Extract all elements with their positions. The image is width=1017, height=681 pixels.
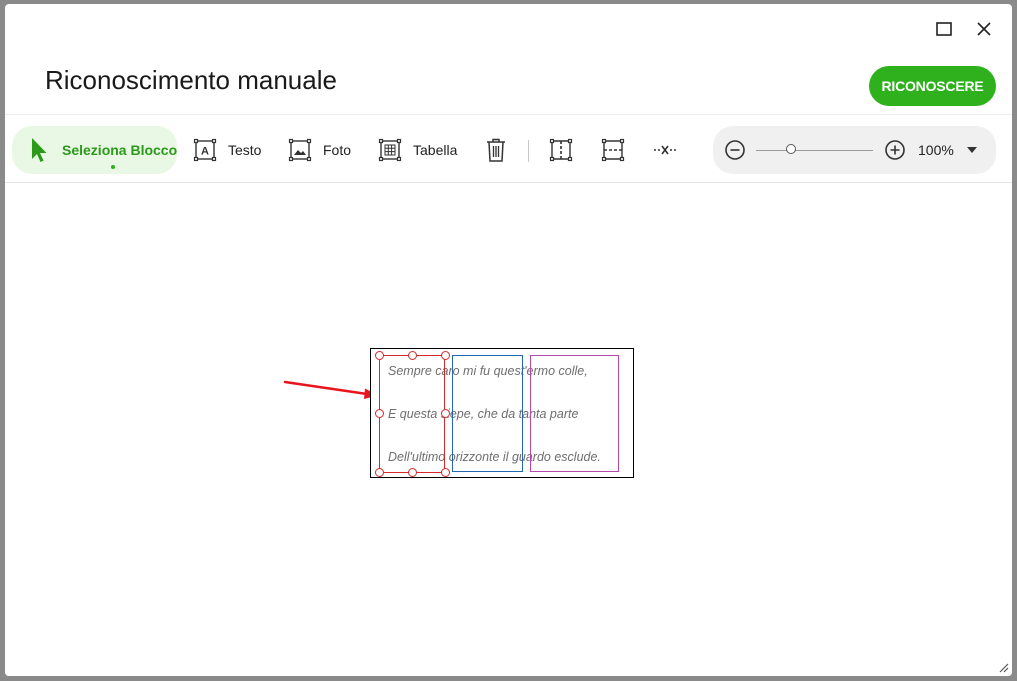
text-block-icon: A: [193, 138, 217, 162]
split-vertical-button[interactable]: [548, 126, 574, 174]
resize-handle-top[interactable]: [407, 350, 417, 360]
annotation-arrow: [283, 380, 378, 399]
picture-block-area[interactable]: [530, 355, 619, 472]
toolbar: Seleziona Blocco A Testo Foto Tabella 10…: [5, 115, 1012, 183]
resize-handle-bottom-right[interactable]: [440, 467, 450, 477]
active-indicator: [111, 165, 115, 169]
recognize-button[interactable]: RICONOSCERE: [869, 66, 996, 106]
picture-block-icon: [288, 138, 312, 162]
remove-separator-icon: [654, 145, 676, 155]
zoom-in-icon[interactable]: [884, 139, 906, 161]
zoom-out-icon[interactable]: [724, 139, 746, 161]
resize-handle-bottom-left[interactable]: [374, 467, 384, 477]
svg-text:A: A: [201, 146, 209, 158]
toolbar-separator: [528, 140, 529, 162]
zoom-value: 100%: [918, 142, 954, 158]
remove-separator-button[interactable]: [652, 126, 678, 174]
zoom-slider-knob[interactable]: [786, 144, 797, 154]
window-resize-grip-icon[interactable]: [997, 661, 1009, 673]
document-canvas[interactable]: Sempre caro mi fu quest'ermo colle, E qu…: [5, 183, 1012, 676]
tool-select-block[interactable]: Seleziona Blocco: [12, 126, 177, 174]
delete-block-button[interactable]: [484, 126, 508, 174]
tool-picture[interactable]: Foto: [288, 126, 351, 174]
zoom-panel: 100%: [713, 126, 996, 174]
chevron-down-icon[interactable]: [966, 145, 978, 155]
split-vertical-icon: [549, 138, 573, 162]
dialog-title: Riconoscimento manuale: [45, 65, 337, 95]
selected-block-area[interactable]: [374, 350, 450, 477]
tool-table[interactable]: Tabella: [378, 126, 457, 174]
cursor-arrow-icon: [32, 138, 47, 162]
maximize-icon: [936, 22, 952, 36]
manual-recognition-dialog: Riconoscimento manuale RICONOSCERE Selez…: [5, 4, 1012, 676]
maximize-button[interactable]: [929, 14, 959, 44]
split-horizontal-button[interactable]: [600, 126, 626, 174]
tool-label: Seleziona Blocco: [62, 142, 178, 158]
resize-handle-top-right[interactable]: [440, 350, 450, 360]
tool-label: Foto: [323, 142, 352, 158]
tool-label: Tabella: [413, 142, 458, 158]
document-page: Sempre caro mi fu quest'ermo colle, E qu…: [370, 348, 634, 478]
split-horizontal-icon: [601, 138, 625, 162]
tool-text[interactable]: A Testo: [193, 126, 261, 174]
resize-handle-left[interactable]: [374, 409, 384, 418]
close-button[interactable]: [969, 14, 999, 44]
table-block-icon: [378, 138, 402, 162]
zoom-slider-track[interactable]: [756, 150, 873, 151]
text-block-area[interactable]: [452, 355, 523, 472]
resize-handle-right[interactable]: [440, 409, 450, 418]
resize-handle-bottom[interactable]: [407, 467, 417, 477]
resize-handle-top-left[interactable]: [374, 350, 384, 360]
tool-label: Testo: [228, 142, 262, 158]
delete-icon: [487, 138, 505, 162]
close-icon: [977, 22, 991, 36]
